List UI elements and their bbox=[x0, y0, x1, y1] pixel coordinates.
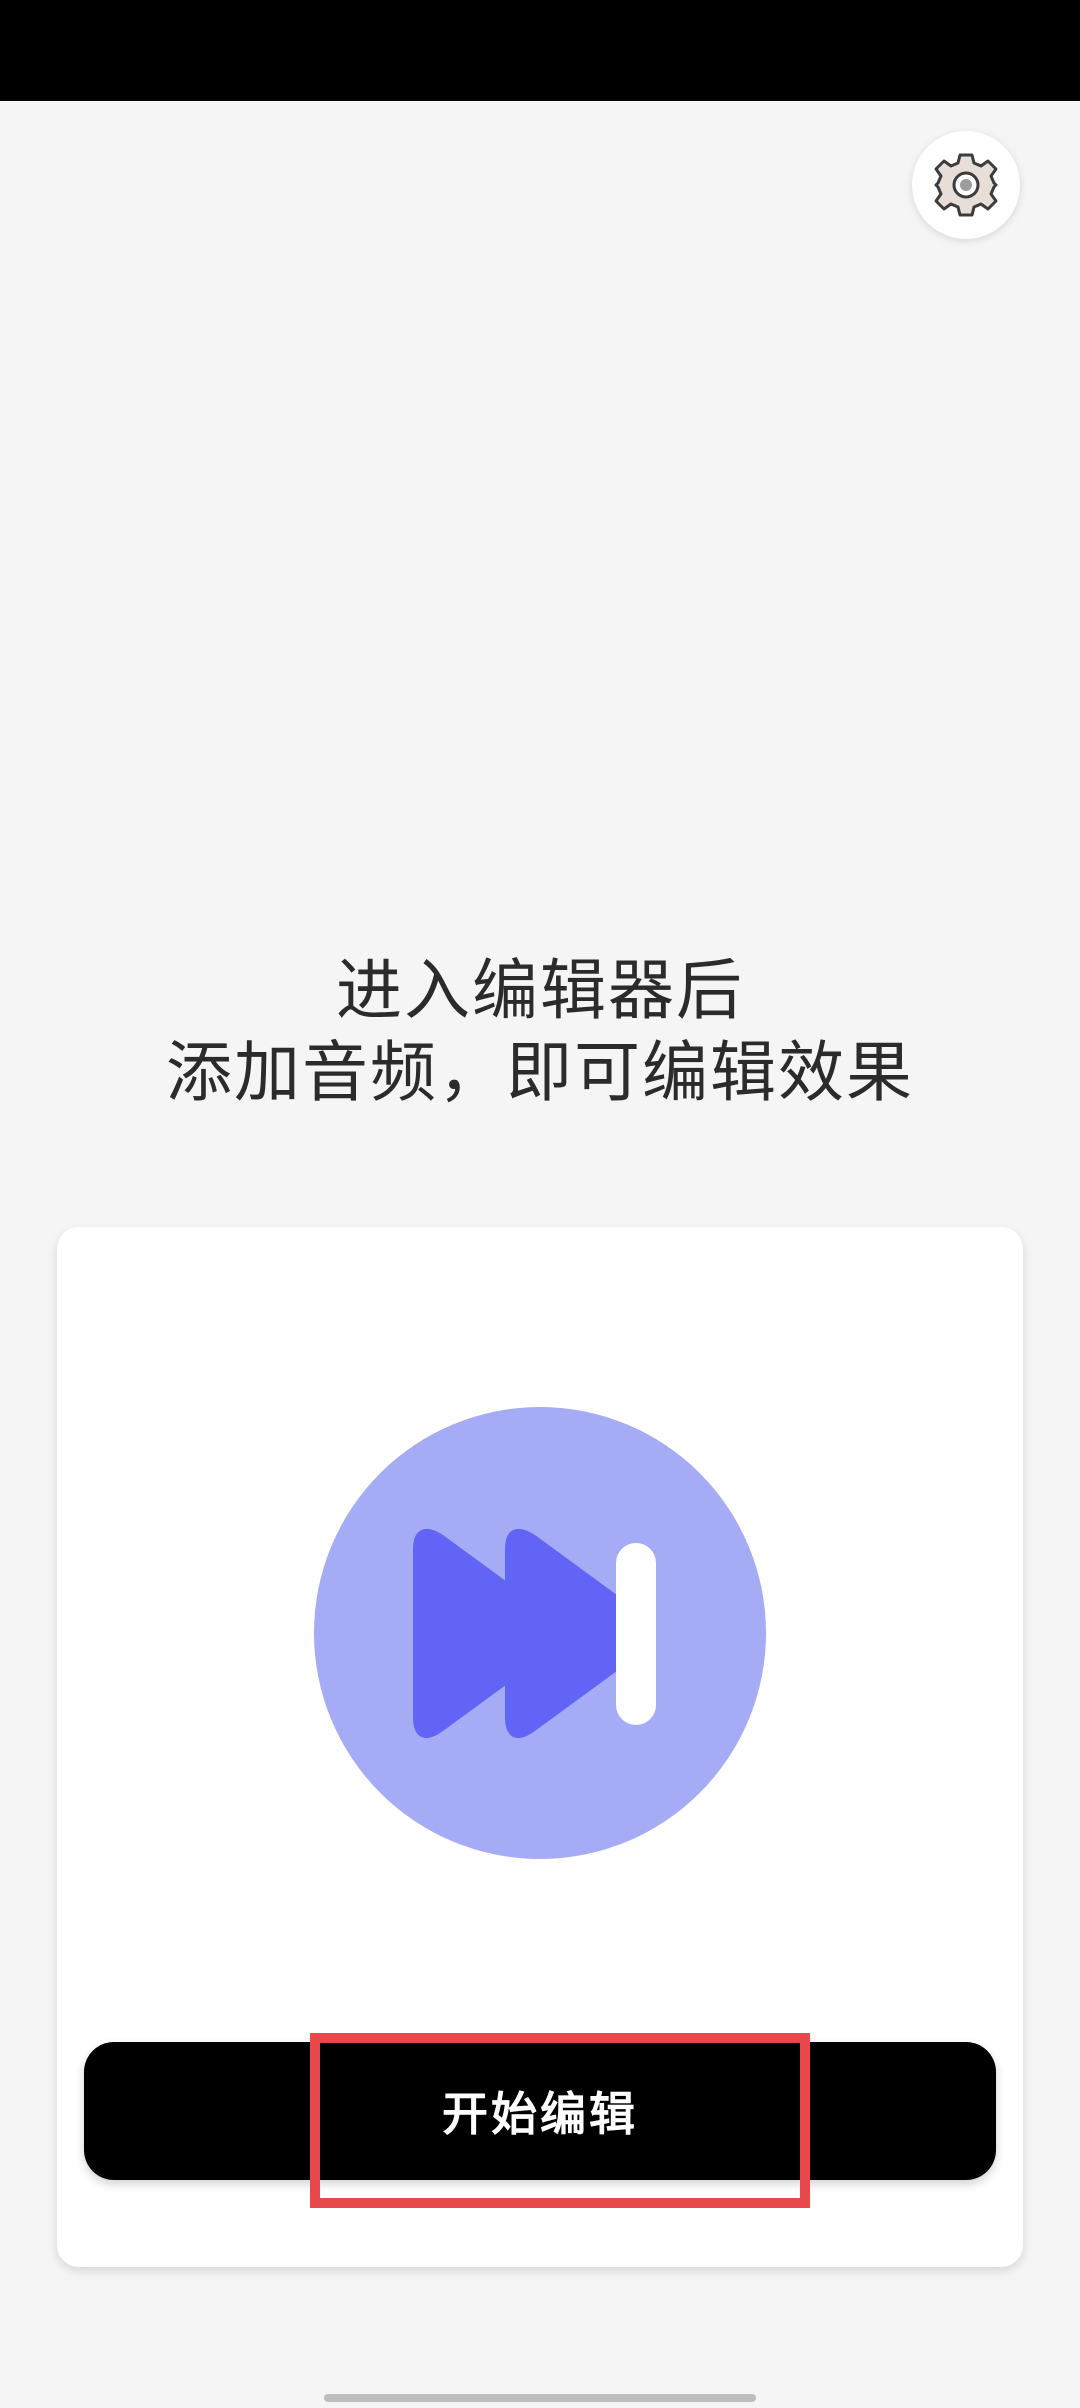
instruction-line-2: 添加音频，即可编辑效果 bbox=[166, 1034, 914, 1111]
editor-card: 开始编辑 bbox=[57, 1227, 1023, 2267]
gear-icon bbox=[934, 153, 998, 217]
instruction-line-1: 进入编辑器后 bbox=[336, 952, 744, 1029]
audio-editor-home-screen: 进入编辑器后 添加音频，即可编辑效果 开始编辑 bbox=[0, 0, 1080, 2408]
settings-button[interactable] bbox=[912, 131, 1020, 239]
start-editing-button[interactable]: 开始编辑 bbox=[84, 2042, 996, 2180]
home-indicator[interactable] bbox=[324, 2394, 756, 2402]
status-bar bbox=[0, 0, 1080, 101]
media-illustration bbox=[314, 1407, 766, 1859]
instruction-text: 进入编辑器后 添加音频，即可编辑效果 bbox=[0, 950, 1080, 1114]
skip-forward-icon bbox=[413, 1528, 656, 1739]
